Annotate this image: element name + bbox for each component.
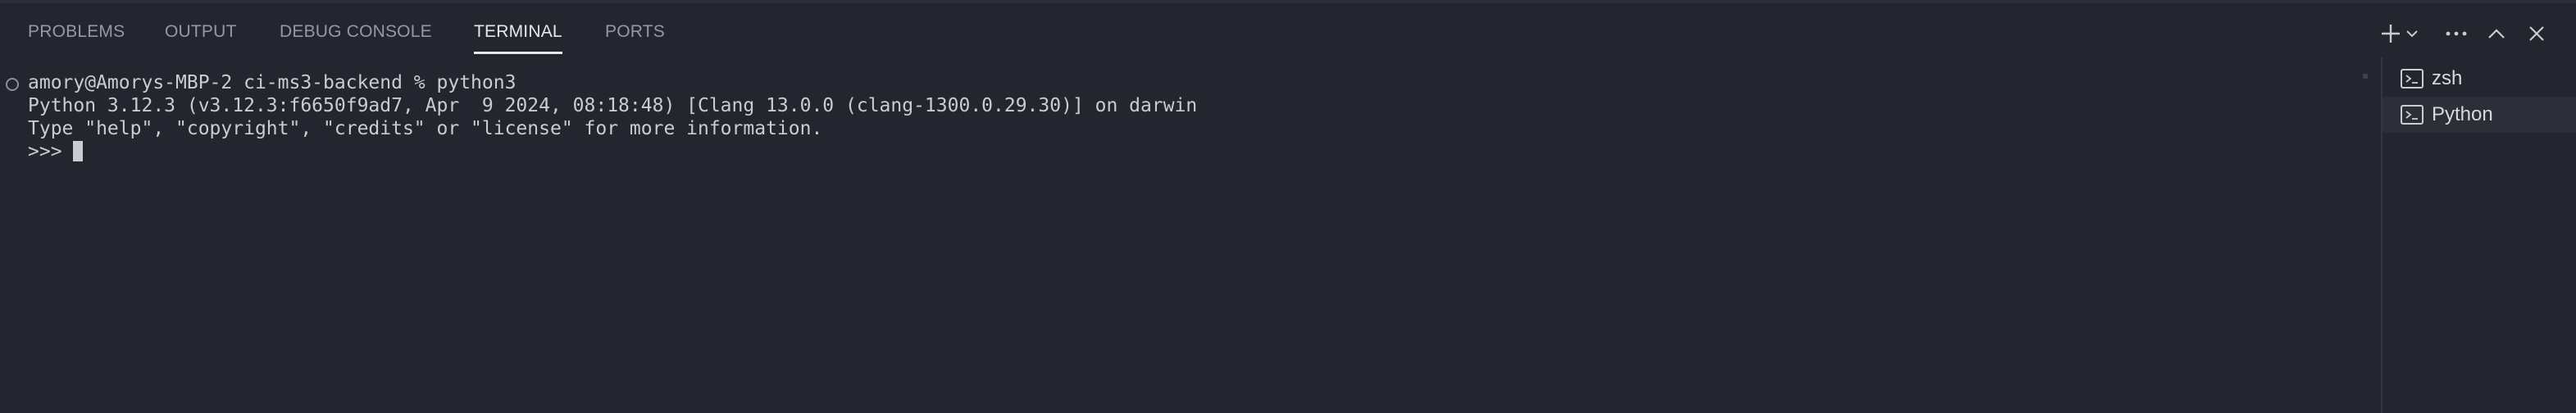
terminal-list-label: zsh	[2432, 67, 2463, 89]
tab-label: DEBUG CONSOLE	[280, 22, 432, 41]
panel-tab-bar: PROBLEMS OUTPUT DEBUG CONSOLE TERMINAL P…	[0, 3, 2576, 57]
terminal-list: zsh Python	[2381, 57, 2576, 413]
python-prompt: >>>	[28, 141, 74, 162]
scrollbar-marker[interactable]	[2363, 74, 2368, 79]
terminal-prompt-line: >>>	[28, 140, 84, 163]
close-icon	[2529, 26, 2544, 41]
maximize-panel-button[interactable]	[2483, 20, 2510, 48]
active-tab-indicator	[474, 52, 562, 54]
new-terminal-button[interactable]	[2377, 20, 2405, 48]
terminal-line: Python 3.12.3 (v3.12.3:f6650f9ad7, Apr 9…	[28, 95, 1198, 116]
terminal-list-item-zsh[interactable]: zsh	[2383, 61, 2576, 97]
terminal-icon	[2401, 105, 2424, 125]
tab-output[interactable]: OUTPUT	[165, 3, 237, 54]
terminal-cursor	[73, 141, 84, 161]
tab-debug-console[interactable]: DEBUG CONSOLE	[280, 3, 432, 54]
terminal-panel: PROBLEMS OUTPUT DEBUG CONSOLE TERMINAL P…	[0, 0, 2576, 413]
more-actions-button[interactable]	[2442, 20, 2470, 48]
terminal-list-item-python[interactable]: Python	[2383, 97, 2576, 133]
tab-label: PROBLEMS	[28, 22, 125, 41]
tab-ports[interactable]: PORTS	[605, 3, 665, 54]
tab-problems[interactable]: PROBLEMS	[28, 3, 125, 54]
chevron-up-icon	[2488, 29, 2505, 39]
tab-label: PORTS	[605, 22, 665, 41]
terminal-icon	[2401, 69, 2424, 88]
tab-label: TERMINAL	[474, 22, 562, 41]
chevron-down-icon	[2406, 30, 2418, 38]
plus-icon	[2382, 25, 2400, 43]
terminal-line: amory@Amorys-MBP-2 ci-ms3-backend % pyth…	[28, 72, 517, 93]
terminal-profile-dropdown[interactable]	[2403, 20, 2421, 48]
ellipsis-icon	[2446, 31, 2467, 36]
tab-label: OUTPUT	[165, 22, 237, 41]
close-panel-button[interactable]	[2523, 20, 2551, 48]
terminal-list-label: Python	[2432, 103, 2493, 125]
terminal-line: Type "help", "copyright", "credits" or "…	[28, 118, 823, 139]
tab-terminal[interactable]: TERMINAL	[474, 3, 562, 54]
terminal-output[interactable]: amory@Amorys-MBP-2 ci-ms3-backend % pyth…	[0, 69, 2378, 413]
command-decoration-icon[interactable]	[6, 78, 19, 91]
